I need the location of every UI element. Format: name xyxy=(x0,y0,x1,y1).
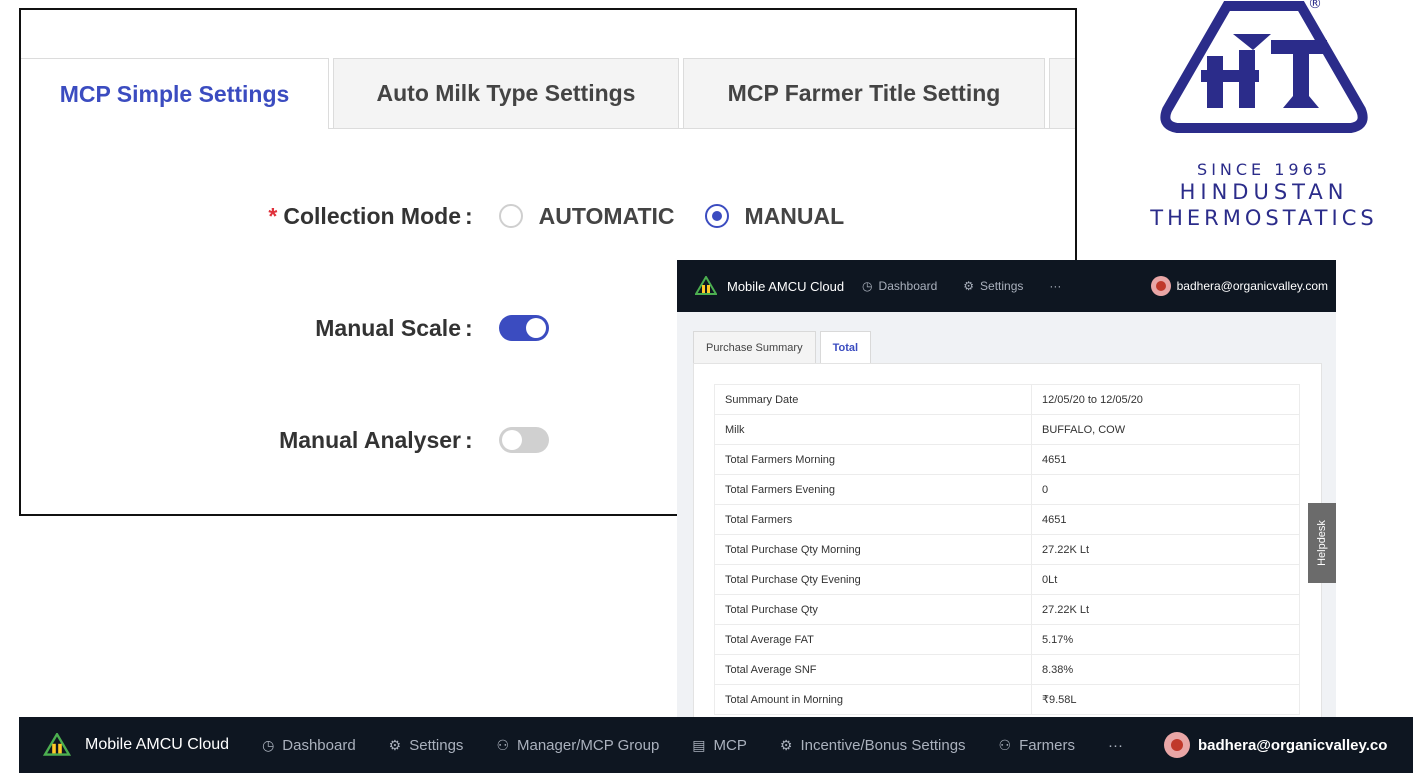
summary-card: Summary Date 12/05/20 to 12/05/20 Milk BUFF… xyxy=(693,363,1322,730)
manual-analyser-toggle[interactable] xyxy=(498,427,549,453)
users-icon: ⚇ xyxy=(496,736,509,753)
store-icon: ▤ xyxy=(692,736,706,753)
row-value: 0 xyxy=(1031,474,1300,505)
manual-analyser-label: Manual Analyser xyxy=(279,426,461,453)
dashboard-icon: ◷ xyxy=(262,736,275,753)
row-key: Total Average FAT xyxy=(714,624,1032,655)
table-row: Total Purchase Qty Morning 27.22K Lt xyxy=(714,534,1300,565)
required-mark: * xyxy=(268,202,278,229)
collection-mode-label: * Collection Mode xyxy=(268,202,461,229)
nav-farmers[interactable]: ⚇ Farmers xyxy=(999,737,1075,754)
table-row: Total Farmers Evening 0 xyxy=(714,474,1300,505)
table-row: Total Purchase Qty 27.22K Lt xyxy=(714,594,1300,625)
row-key: Total Farmers Evening xyxy=(714,474,1032,505)
app-brand[interactable]: Mobile AMCU Cloud xyxy=(85,736,229,754)
table-row: Total Average FAT 5.17% xyxy=(714,624,1300,655)
row-key: Total Amount in Morning xyxy=(714,684,1032,715)
tab-mcp-farmer-title-setting[interactable]: MCP Farmer Title Setting xyxy=(683,58,1045,128)
table-row: Total Average SNF 8.38% xyxy=(714,654,1300,685)
nav-mcp[interactable]: ▤ MCP xyxy=(692,737,747,754)
hindustan-thermostatics-logo: ® SINCE 1965 HINDUSTAN THERMOSTATICS xyxy=(1115,0,1413,240)
radio-circle[interactable] xyxy=(498,204,523,228)
tab-total[interactable]: Total xyxy=(819,331,872,363)
nav-manager-mcp-group[interactable]: ⚇ Manager/MCP Group xyxy=(496,737,659,754)
row-key: Milk xyxy=(714,414,1032,445)
tab-auto-milk-type-settings[interactable]: Auto Milk Type Settings xyxy=(333,58,679,128)
summary-tabs: Purchase Summary Total xyxy=(693,331,875,363)
table-row: Total Farmers 4651 xyxy=(714,504,1300,535)
tab-more[interactable] xyxy=(1049,58,1075,128)
table-row: Total Amount in Morning ₹9.58L xyxy=(714,684,1300,715)
logo-since: SINCE 1965 xyxy=(1197,160,1331,179)
manual-scale-toggle[interactable] xyxy=(498,315,549,341)
row-value: 12/05/20 to 12/05/20 xyxy=(1031,384,1300,415)
user-menu[interactable]: badhera@organicvalley.com xyxy=(1150,276,1328,296)
manual-analyser-row: Manual Analyser : xyxy=(21,420,549,460)
row-value: 0Lt xyxy=(1031,564,1300,595)
radio-automatic[interactable]: AUTOMATIC xyxy=(498,202,675,230)
gear-icon: ⚙ xyxy=(963,279,975,293)
settings-tabs: MCP Simple Settings Auto Milk Type Setti… xyxy=(21,58,1075,129)
row-value: ₹9.58L xyxy=(1031,684,1300,715)
user-menu[interactable]: badhera@organicvalley.co xyxy=(1163,732,1387,758)
row-value: BUFFALO, COW xyxy=(1031,414,1300,445)
nav-dashboard[interactable]: ◷ Dashboard xyxy=(262,737,356,754)
row-key: Total Purchase Qty Morning xyxy=(714,534,1032,565)
gear-icon: ⚙ xyxy=(388,736,402,753)
avatar xyxy=(1150,276,1171,296)
manual-scale-label: Manual Scale xyxy=(315,314,461,341)
table-row: Total Purchase Qty Evening 0Lt xyxy=(714,564,1300,595)
manual-scale-row: Manual Scale : xyxy=(21,308,549,348)
colon: : xyxy=(465,202,473,229)
main-navbar: Mobile AMCU Cloud ◷ Dashboard ⚙ Settings ⚇… xyxy=(19,717,1413,773)
nav-dashboard[interactable]: ◷ Dashboard xyxy=(862,279,937,293)
row-value: 5.17% xyxy=(1031,624,1300,655)
table-row: Summary Date 12/05/20 to 12/05/20 xyxy=(714,384,1300,415)
logo-line1: HINDUSTAN xyxy=(1179,180,1349,204)
dashboard-icon: ◷ xyxy=(862,279,873,293)
summary-table: Summary Date 12/05/20 to 12/05/20 Milk BUFF… xyxy=(714,384,1300,715)
logo-emblem-icon xyxy=(1160,1,1368,133)
row-key: Total Purchase Qty xyxy=(714,594,1032,625)
users-icon: ⚇ xyxy=(998,736,1012,753)
radio-manual[interactable]: MANUAL xyxy=(704,202,845,230)
row-value: 4651 xyxy=(1031,504,1300,535)
collection-mode-row: * Collection Mode : AUTOMATIC MANUAL xyxy=(21,196,874,236)
helpdesk-button[interactable]: Helpdesk xyxy=(1308,503,1336,583)
table-row: Total Farmers Morning 4651 xyxy=(714,444,1300,475)
purchase-summary-app: Mobile AMCU Cloud ◷ Dashboard ⚙ Settings ·… xyxy=(677,260,1336,730)
table-row: Milk BUFFALO, COW xyxy=(714,414,1300,445)
registered-mark: ® xyxy=(1308,0,1322,12)
app-navbar: Mobile AMCU Cloud ◷ Dashboard ⚙ Settings ·… xyxy=(677,260,1336,312)
app-logo-icon xyxy=(695,276,717,295)
app-logo-icon xyxy=(43,733,71,756)
gear-icon: ⚙ xyxy=(779,736,793,753)
tab-purchase-summary[interactable]: Purchase Summary xyxy=(693,331,816,363)
row-value: 27.22K Lt xyxy=(1031,594,1300,625)
row-key: Total Farmers xyxy=(714,504,1032,535)
app-brand[interactable]: Mobile AMCU Cloud xyxy=(727,279,844,294)
radio-label: MANUAL xyxy=(744,202,845,229)
nav-incentive-bonus-settings[interactable]: ⚙ Incentive/Bonus Settings xyxy=(780,737,966,754)
row-key: Summary Date xyxy=(714,384,1032,415)
row-value: 27.22K Lt xyxy=(1031,534,1300,565)
logo-line2: THERMOSTATICS xyxy=(1150,206,1378,230)
nav-more[interactable]: ··· xyxy=(1108,737,1123,754)
row-value: 4651 xyxy=(1031,444,1300,475)
row-key: Total Average SNF xyxy=(714,654,1032,685)
colon: : xyxy=(465,426,473,453)
nav-settings[interactable]: ⚙ Settings xyxy=(963,279,1023,293)
radio-circle-checked[interactable] xyxy=(704,204,729,228)
row-key: Total Farmers Morning xyxy=(714,444,1032,475)
row-key: Total Purchase Qty Evening xyxy=(714,564,1032,595)
tab-mcp-simple-settings[interactable]: MCP Simple Settings xyxy=(21,58,329,129)
colon: : xyxy=(465,314,473,341)
row-value: 8.38% xyxy=(1031,654,1300,685)
radio-label: AUTOMATIC xyxy=(538,202,675,229)
avatar xyxy=(1163,732,1190,758)
nav-more[interactable]: ··· xyxy=(1049,279,1061,293)
nav-settings[interactable]: ⚙ Settings xyxy=(389,737,464,754)
